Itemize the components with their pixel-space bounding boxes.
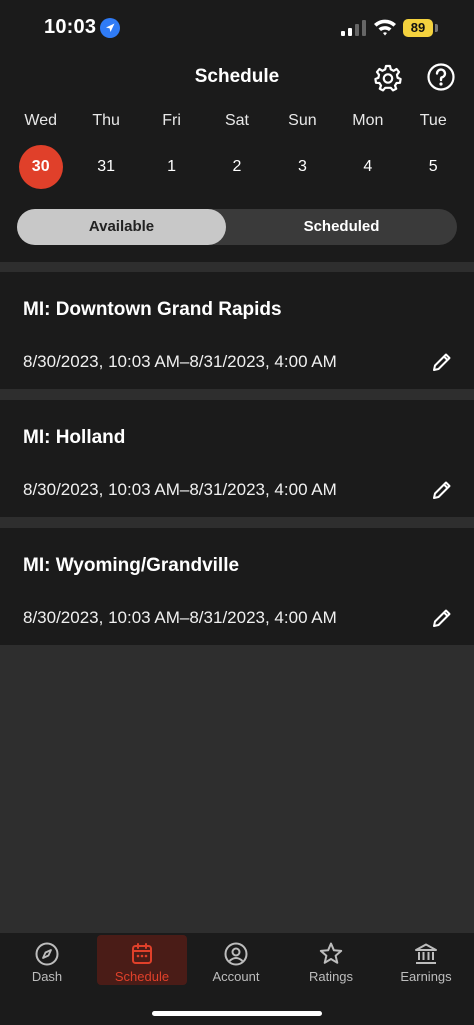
tab-schedule[interactable]: Schedule [97,935,187,985]
date-option[interactable]: 1 [139,145,204,189]
status-time: 10:03 [44,16,97,38]
cellular-signal-icon [341,20,366,36]
date-option[interactable]: 31 [73,145,138,189]
battery-tip [435,24,438,32]
slot-card[interactable]: MI: Holland 8/30/2023, 10:03 AM–8/31/202… [0,400,474,517]
bank-icon [415,943,437,964]
weekday-label: Thu [92,112,120,129]
tab-scheduled[interactable]: Scheduled [226,209,457,245]
tab-label: Ratings [308,969,354,984]
gear-icon[interactable] [374,64,402,92]
tab-available[interactable]: Available [17,209,226,245]
slot-card[interactable]: MI: Downtown Grand Rapids 8/30/2023, 10:… [0,272,474,389]
slot-time: 8/30/2023, 10:03 AM–8/31/2023, 4:00 AM [23,480,337,499]
slot-location: MI: Holland [23,427,126,448]
calendar-icon [132,943,152,964]
slot-time: 8/30/2023, 10:03 AM–8/31/2023, 4:00 AM [23,608,337,627]
tab-ratings[interactable]: Ratings [286,935,376,985]
tab-label: Earnings [400,969,452,984]
pencil-icon[interactable] [430,350,454,374]
pencil-icon[interactable] [430,606,454,630]
tab-dash[interactable]: Dash [2,935,92,985]
pencil-icon[interactable] [430,478,454,502]
weekday-label: Sun [288,112,317,129]
page-title: Schedule [194,66,280,87]
date-option[interactable]: 3 [270,145,335,189]
location-arrow-icon [100,18,120,38]
wifi-icon [374,19,396,36]
date-selected[interactable]: 30 [8,145,73,189]
battery-icon: 89 [403,19,433,37]
help-icon[interactable] [426,62,456,92]
date-option[interactable]: 5 [401,145,466,189]
compass-icon [35,942,59,966]
weekday-label: Fri [162,112,181,129]
tab-account[interactable]: Account [191,935,281,985]
availability-toggle: Available Scheduled [17,209,457,245]
home-indicator [152,1011,322,1016]
weekday-names: Wed Thu Fri Sat Sun Mon Tue [8,112,466,130]
tab-label: Dash [31,969,63,984]
date-option[interactable]: 4 [335,145,400,189]
slot-location: MI: Downtown Grand Rapids [23,299,282,320]
schedule-header: Schedule Wed Thu Fri Sat Sun Mon Tue 30 … [0,56,474,262]
weekday-label: Mon [352,112,384,129]
slot-location: MI: Wyoming/Grandville [23,555,240,576]
date-option[interactable]: 2 [204,145,269,189]
weekday-label: Sat [224,112,249,129]
weekday-label: Tue [419,112,447,129]
weekday-label: Wed [24,112,58,129]
tab-label: Account [212,969,260,984]
user-circle-icon [224,942,248,966]
tab-label: Schedule [114,969,170,984]
tab-earnings[interactable]: Earnings [381,935,471,985]
slot-card[interactable]: MI: Wyoming/Grandville 8/30/2023, 10:03 … [0,528,474,645]
date-picker: 30 31 1 2 3 4 5 [8,145,466,189]
slot-time: 8/30/2023, 10:03 AM–8/31/2023, 4:00 AM [23,352,337,371]
status-bar: 10:03 89 [0,0,474,56]
star-icon [319,942,343,964]
